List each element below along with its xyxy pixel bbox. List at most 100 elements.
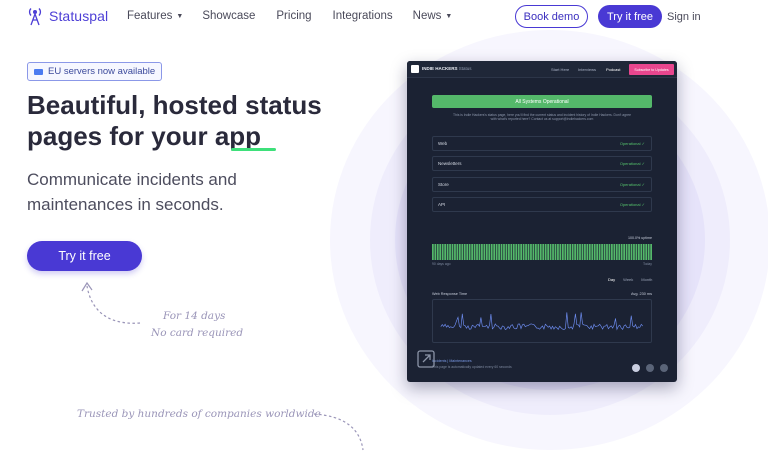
uptime-bar [640, 244, 643, 260]
book-demo-button[interactable]: Book demo [515, 5, 588, 28]
uptime-bar [488, 244, 491, 260]
uptime-bar [608, 244, 611, 260]
hero-subheadline: Communicate incidents and maintenances i… [27, 170, 237, 214]
uptime-bar [544, 244, 547, 260]
uptime-bar [606, 244, 608, 260]
uptime-bar [451, 244, 454, 260]
headline-line-1: Beautiful, hosted status [27, 90, 322, 120]
uptime-bar [557, 244, 559, 260]
carousel-dot[interactable] [646, 364, 654, 372]
uptime-bar [615, 244, 618, 260]
nav-showcase[interactable]: Showcase [202, 10, 255, 22]
preview-response-title: Web Response Time [432, 292, 468, 296]
brand-logo[interactable]: Statuspal [27, 6, 108, 26]
uptime-bar [552, 244, 554, 260]
preview-menu-start: Start Here [551, 67, 570, 72]
uptime-bar [461, 244, 464, 260]
uptime-bar [517, 244, 520, 260]
trial-note-line-1: For 14 days [163, 310, 226, 322]
uptime-bar [630, 244, 633, 260]
uptime-bar [566, 244, 569, 260]
top-navigation: Statuspal Features ▼ Showcase Pricing In… [0, 0, 768, 34]
uptime-bar [439, 244, 442, 260]
uptime-bar [635, 244, 638, 260]
service-status-text: Operational [619, 141, 641, 146]
response-time-line [440, 312, 643, 331]
service-name: Store [438, 182, 449, 187]
service-status: Operational ✓ [619, 161, 645, 166]
nav-pricing-label: Pricing [276, 10, 312, 22]
uptime-bar [434, 244, 437, 260]
nav-news[interactable]: News ▼ [413, 10, 453, 22]
uptime-bar [593, 244, 596, 260]
uptime-bar [463, 244, 466, 260]
nav-integrations-label: Integrations [332, 10, 393, 22]
uptime-bar [628, 244, 630, 260]
trial-note-line-2: No card required [151, 327, 244, 339]
nav-features[interactable]: Features ▼ [127, 10, 183, 22]
sign-in-link[interactable]: Sign in [667, 11, 701, 23]
try-free-hero-button[interactable]: Try it free [27, 241, 142, 271]
preview-description: This is Indie Hackers's status page, her… [453, 113, 631, 122]
uptime-bar [441, 244, 444, 260]
try-free-nav-button[interactable]: Try it free [598, 5, 662, 28]
expand-icon[interactable] [417, 350, 435, 368]
uptime-bar [473, 244, 476, 260]
preview-service-row: API Operational ✓ [432, 197, 652, 212]
preview-response-chart [432, 299, 652, 343]
carousel-dot[interactable] [660, 364, 668, 372]
preview-service-row: Newsletters Operational ✓ [432, 156, 652, 171]
preview-menu-podcast: Podcast [606, 67, 621, 72]
uptime-bar [625, 244, 628, 260]
uptime-bar [454, 244, 456, 260]
service-status-text: Operational [619, 161, 641, 166]
nav-links: Features ▼ Showcase Pricing Integrations… [127, 10, 452, 22]
uptime-bar [539, 244, 542, 260]
nav-pricing[interactable]: Pricing [276, 10, 311, 22]
uptime-bar [449, 244, 451, 260]
uptime-bar [647, 244, 650, 260]
uptime-bar [490, 244, 493, 260]
service-name: Web [438, 141, 448, 146]
headline-highlight: app [214, 121, 262, 151]
uptime-bar [579, 244, 581, 260]
uptime-bar [574, 244, 576, 260]
nav-integrations[interactable]: Integrations [333, 10, 393, 22]
uptime-bar [478, 244, 481, 260]
uptime-bar [532, 244, 535, 260]
uptime-bar [456, 244, 459, 260]
preview-brand: INDIE HACKERS Status [422, 66, 472, 71]
uptime-bar [620, 244, 623, 260]
uptime-bar [527, 244, 530, 260]
uptime-bar [537, 244, 540, 260]
preview-footer-link: Incidents | Maintenances [432, 359, 472, 363]
curved-arrow-icon [81, 281, 141, 324]
service-status-text: Operational [619, 182, 641, 187]
carousel-dot[interactable] [632, 364, 640, 372]
uptime-bar [534, 244, 537, 260]
uptime-bar [493, 244, 496, 260]
preview-days-ago: 90 days ago [432, 262, 451, 266]
uptime-bar [642, 244, 645, 260]
hero-headline: Beautiful, hosted status pages for your … [27, 90, 347, 152]
uptime-bar [613, 244, 616, 260]
uptime-bar [645, 244, 648, 260]
preview-brand-sub: Status [458, 66, 472, 71]
uptime-bar [483, 244, 486, 260]
uptime-bar [542, 244, 545, 260]
uptime-bar [500, 244, 503, 260]
preview-service-row: Store Operational ✓ [432, 177, 652, 192]
caret-down-icon: ▼ [445, 12, 453, 20]
nav-showcase-label: Showcase [202, 10, 256, 22]
uptime-bar [598, 244, 601, 260]
eu-servers-badge[interactable]: EU servers now available [27, 62, 163, 81]
uptime-bar [444, 244, 447, 260]
uptime-bar [569, 244, 572, 260]
nav-features-label: Features [127, 10, 173, 22]
preview-header: INDIE HACKERS Status Start Here Intervie… [407, 61, 677, 78]
eu-flag-icon [34, 68, 43, 75]
uptime-bar [581, 244, 584, 260]
uptime-bar [549, 244, 552, 260]
preview-logo-icon [411, 65, 419, 73]
uptime-bar [495, 244, 498, 260]
